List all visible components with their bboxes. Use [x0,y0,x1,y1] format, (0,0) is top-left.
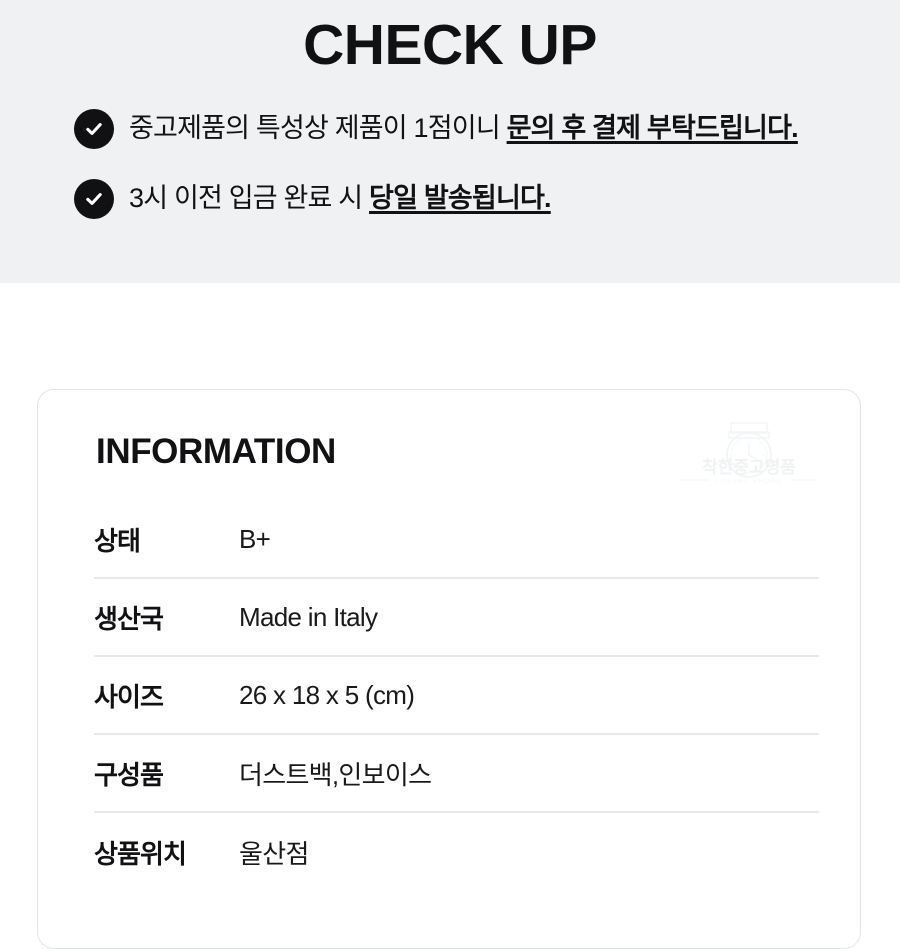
list-item: 3시 이전 입금 완료 시 당일 발송됩니다. [74,178,864,220]
information-title: INFORMATION [96,432,336,471]
spec-value: B+ [239,523,271,554]
spec-value: 26 x 18 x 5 (cm) [239,679,415,710]
check-circle-icon [74,109,114,149]
spec-label: 상태 [94,525,141,556]
list-item-text-normal: 중고제품의 특성상 제품이 1점이니 [129,113,507,143]
page-title: CHECK UP [303,13,597,77]
spec-value: 더스트백,인보이스 [239,759,432,790]
spec-label: 사이즈 [94,681,164,712]
watch-logo-icon: 착한중고명품 LUXURY SHOPS [674,415,824,487]
list-item-text-emphasis: 당일 발송됩니다. [369,183,551,213]
table-row: 상태 B+ [94,501,819,579]
spec-label: 상품위치 [94,838,187,869]
table-row: 구성품 더스트백,인보이스 [94,735,819,813]
list-item-text: 중고제품의 특성상 제품이 1점이니 문의 후 결제 부탁드립니다. [129,108,799,148]
table-row: 생산국 Made in Italy [94,579,819,657]
table-row: 사이즈 26 x 18 x 5 (cm) [94,657,819,735]
watermark-tagline: LUXURY SHOPS [716,479,782,485]
list-item: 중고제품의 특성상 제품이 1점이니 문의 후 결제 부탁드립니다. [74,108,864,150]
list-item-text: 3시 이전 입금 완료 시 당일 발송됩니다. [129,178,552,218]
spec-value: Made in Italy [239,601,378,632]
spec-value: 울산점 [239,838,309,869]
list-item-text-emphasis: 문의 후 결제 부탁드립니다. [506,113,799,143]
spec-label: 생산국 [94,603,164,634]
watermark-brand: 착한중고명품 [702,458,796,477]
check-circle-icon [74,179,114,219]
spec-label: 구성품 [94,759,164,790]
table-row: 상품위치 울산점 [94,813,819,891]
checkup-bullet-list: 중고제품의 특성상 제품이 1점이니 문의 후 결제 부탁드립니다. 3시 이전… [74,108,864,248]
list-item-text-normal: 3시 이전 입금 완료 시 [129,183,370,213]
information-spec-table: 상태 B+ 생산국 Made in Italy 사이즈 26 x 18 x 5 … [94,501,819,891]
checkup-section: CHECK UP 중고제품의 특성상 제품이 1점이니 문의 후 결제 부탁드립… [0,0,900,283]
information-card: INFORMATION 착한중고명품 LUXURY SHOPS 상태 B+ 생산… [37,389,861,949]
